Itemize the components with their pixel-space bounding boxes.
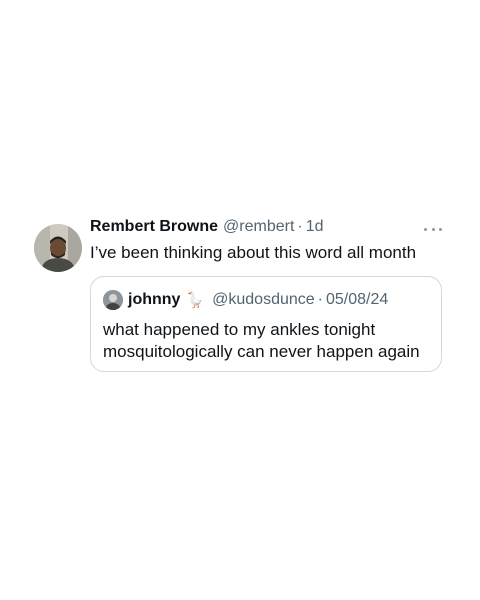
display-name[interactable]: Rembert Browne [90, 218, 218, 236]
quoted-tweet-header: johnny 🪿 @kudosdunce · 05/08/24 [103, 289, 429, 311]
quoted-text-line-1: what happened to my ankles tonight [103, 320, 376, 339]
avatar[interactable] [34, 224, 82, 272]
tweet-text: I’ve been thinking about this word all m… [90, 243, 417, 262]
quoted-display-name: johnny [128, 291, 181, 308]
goose-emoji-icon: 🪿 [185, 292, 205, 309]
quoted-tweet[interactable]: johnny 🪿 @kudosdunce · 05/08/24 what hap… [90, 276, 442, 372]
quoted-text-line-2: mosquitologically can never happen again [103, 342, 420, 361]
tweet-content: Rembert Browne @rembert · 1d I’ve been t… [90, 218, 444, 264]
quoted-separator-dot: · [317, 291, 323, 308]
timestamp[interactable]: 1d [306, 218, 324, 236]
quoted-avatar [103, 290, 123, 310]
user-handle[interactable]: @rembert [223, 218, 294, 236]
separator-dot: · [297, 218, 303, 235]
quoted-user-handle: @kudosdunce [212, 291, 315, 308]
quoted-date: 05/08/24 [325, 291, 389, 308]
quoted-tweet-text: what happened to my ankles tonight mosqu… [103, 319, 429, 363]
tweet-header: Rembert Browne @rembert · 1d [90, 218, 444, 240]
page: Rembert Browne @rembert · 1d I’ve been t… [0, 0, 480, 600]
